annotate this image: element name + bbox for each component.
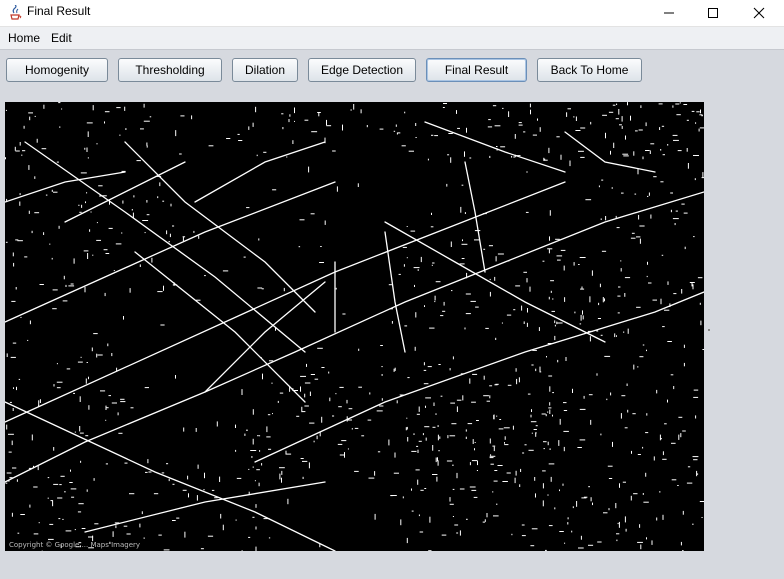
toolbar: Homogenity Thresholding Dilation Edge De…: [0, 50, 784, 94]
thresholding-button[interactable]: Thresholding: [118, 58, 222, 82]
dilation-button[interactable]: Dilation: [232, 58, 298, 82]
edge-detection-button[interactable]: Edge Detection: [308, 58, 416, 82]
final-result-button[interactable]: Final Result: [426, 58, 527, 82]
window-title: Final Result: [27, 4, 91, 18]
menu-bar: Home Edit: [0, 27, 784, 50]
java-coffee-icon: [10, 5, 22, 20]
homogenity-button[interactable]: Homogenity: [6, 58, 108, 82]
close-icon: [753, 7, 765, 19]
maximize-button[interactable]: [690, 0, 736, 26]
minimize-button[interactable]: [646, 0, 692, 26]
back-to-home-button[interactable]: Back To Home: [537, 58, 642, 82]
menu-edit[interactable]: Edit: [51, 31, 72, 45]
menu-home[interactable]: Home: [8, 31, 40, 45]
title-bar: Final Result: [0, 0, 784, 27]
stray-pixel: [708, 329, 710, 331]
edge-detection-image: Copyright © Google ... Maps Imagery: [5, 102, 704, 551]
maximize-icon: [708, 8, 718, 18]
minimize-icon: [664, 12, 674, 14]
image-watermark: Copyright © Google ... Maps Imagery: [9, 541, 140, 549]
close-button[interactable]: [736, 0, 782, 26]
final-result-image: Copyright © Google ... Maps Imagery: [5, 102, 704, 551]
